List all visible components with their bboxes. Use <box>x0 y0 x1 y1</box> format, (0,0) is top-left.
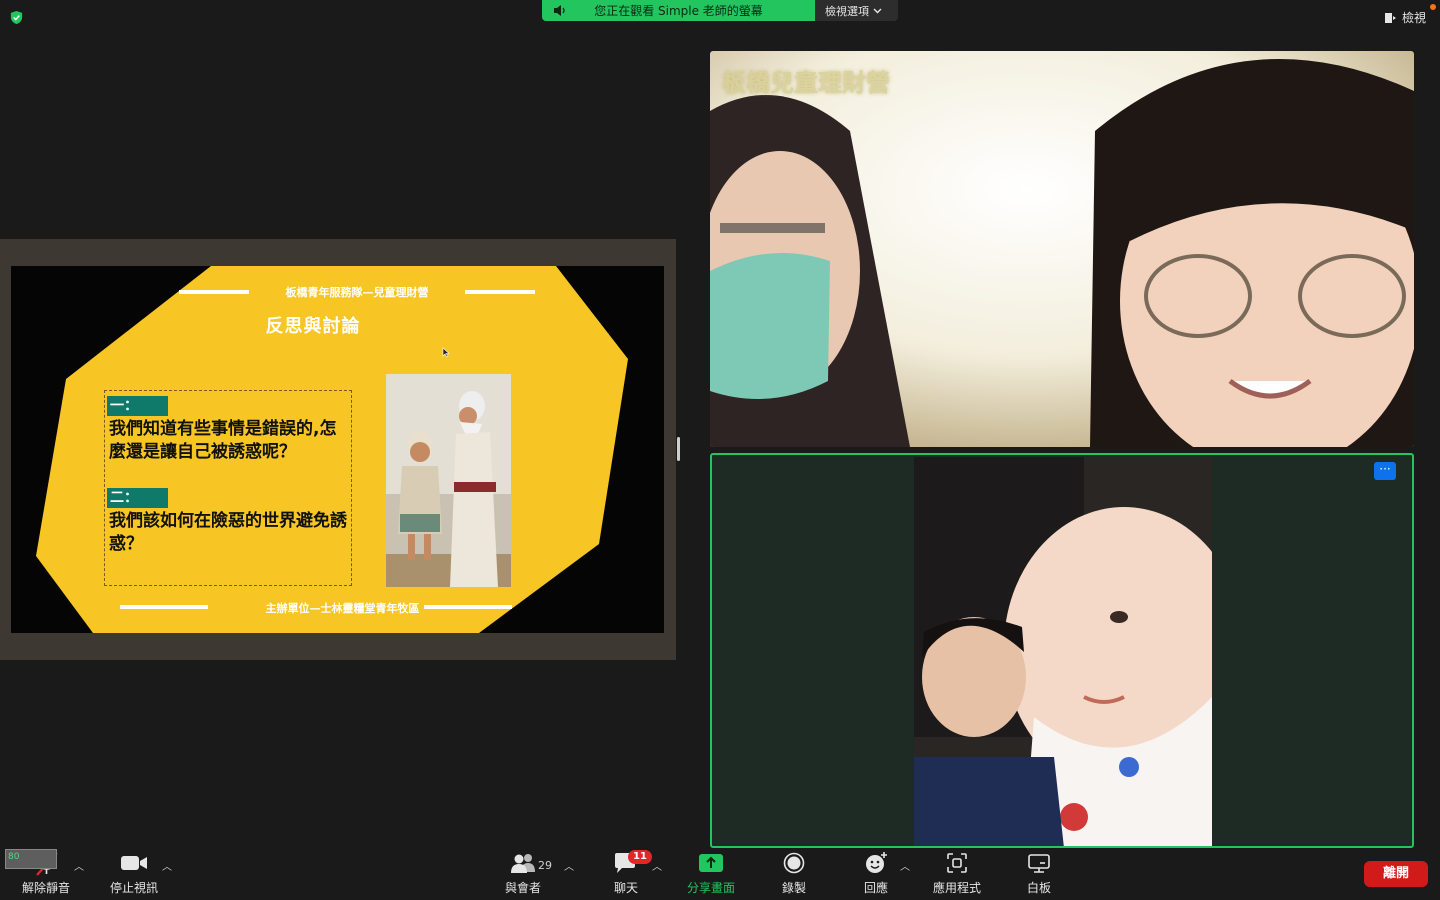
active-speaker-video-feed <box>914 457 1212 846</box>
question-2-label: 二： <box>107 488 168 508</box>
view-options-label: 檢視選項 <box>825 4 869 18</box>
apps-button[interactable]: 應用程式 <box>928 848 986 900</box>
reactions-button[interactable]: 回應 <box>858 848 894 900</box>
speaker-icon <box>554 5 565 16</box>
view-label: 檢視 <box>1401 11 1426 25</box>
self-view-thumbnail[interactable]: 80 <box>5 849 57 869</box>
splitter-drag-handle[interactable] <box>677 437 680 461</box>
participants-options-caret[interactable]: ︿ <box>564 858 574 873</box>
audio-options-caret[interactable]: ︿ <box>74 858 84 873</box>
shared-screen: 板橋青年服務隊—兒童理財營 反思與討論 一： 我們知道有些事情是錯誤的,怎麼還是… <box>0 239 676 660</box>
meeting-toolbar: 解除靜音 80 ︿ 停止視訊 ︿ 與會者 29 ︿ 聊天 11 ︿ 分享畫面 錄… <box>0 848 1440 900</box>
slide-illustration <box>386 374 511 587</box>
mouse-cursor-icon <box>442 347 450 358</box>
participants-count: 29 <box>538 859 552 872</box>
stop-video-label: 停止視訊 <box>109 881 158 895</box>
stop-video-button[interactable]: 停止視訊 <box>104 848 164 900</box>
chevron-down-icon <box>873 8 882 13</box>
share-status-bar: 您正在觀看 Simple 老師的螢幕 <box>542 0 815 21</box>
security-shield-icon[interactable] <box>9 10 24 25</box>
participants-button[interactable]: 與會者 <box>500 848 546 900</box>
view-layout-icon <box>1384 12 1396 23</box>
self-view-label: 80 <box>8 852 20 862</box>
record-label: 錄製 <box>781 881 806 895</box>
video-watermark: 板橋兒童理財營 <box>722 69 890 97</box>
whiteboard-button[interactable]: 白板 <box>1022 848 1056 900</box>
share-screen-button[interactable]: 分享畫面 <box>684 848 738 900</box>
view-options-button[interactable]: 檢視選項 <box>815 0 898 21</box>
chat-unread-badge: 11 <box>628 850 652 864</box>
whiteboard-label: 白板 <box>1026 881 1051 895</box>
participant-video-tile[interactable]: 板橋兒童理財營 <box>710 51 1414 447</box>
active-speaker-video-tile[interactable]: ··· <box>710 453 1414 848</box>
unmute-label: 解除靜音 <box>21 881 70 895</box>
participants-icon <box>509 848 537 878</box>
share-screen-icon <box>698 848 724 878</box>
slide-title: 反思與討論 <box>265 316 361 337</box>
smiley-reaction-icon <box>864 848 888 878</box>
share-screen-label: 分享畫面 <box>686 881 735 895</box>
view-button[interactable]: 檢視 <box>1384 9 1426 26</box>
apps-label: 應用程式 <box>932 881 981 895</box>
participants-label: 與會者 <box>504 881 541 895</box>
video-options-caret[interactable]: ︿ <box>162 858 172 873</box>
top-bar: 您正在觀看 Simple 老師的螢幕 檢視選項 檢視 <box>0 0 1440 34</box>
question-1-text: 我們知道有些事情是錯誤的,怎麼還是讓自己被誘惑呢？ <box>109 419 337 462</box>
chat-label: 聊天 <box>613 881 638 895</box>
screen-share-banner: 您正在觀看 Simple 老師的螢幕 檢視選項 <box>542 0 898 21</box>
question-1-label: 一： <box>107 396 168 416</box>
question-box: 一： 我們知道有些事情是錯誤的,怎麼還是讓自己被誘惑呢？ 二： 我們該如何在險惡… <box>104 390 352 586</box>
reactions-options-caret[interactable]: ︿ <box>900 858 910 873</box>
record-button[interactable]: 錄製 <box>776 848 812 900</box>
question-2-text: 我們該如何在險惡的世界避免誘惑？ <box>109 511 347 554</box>
more-options-button[interactable]: ··· <box>1374 462 1396 480</box>
record-icon <box>783 848 805 878</box>
leave-meeting-button[interactable]: 離開 <box>1364 861 1428 887</box>
apps-icon <box>946 848 968 878</box>
share-status-text: 您正在觀看 Simple 老師的螢幕 <box>594 4 763 18</box>
presentation-slide: 板橋青年服務隊—兒童理財營 反思與討論 一： 我們知道有些事情是錯誤的,怎麼還是… <box>11 266 664 633</box>
slide-footer: 主辦單位—士林靈糧堂青年牧區 <box>265 602 420 615</box>
whiteboard-icon <box>1027 848 1051 878</box>
notification-dot <box>1430 4 1436 10</box>
video-camera-icon <box>120 848 148 878</box>
participant-video-feed <box>710 51 1414 447</box>
reactions-label: 回應 <box>863 881 888 895</box>
chat-options-caret[interactable]: ︿ <box>652 858 662 873</box>
slide-header: 板橋青年服務隊—兒童理財營 <box>285 286 429 299</box>
